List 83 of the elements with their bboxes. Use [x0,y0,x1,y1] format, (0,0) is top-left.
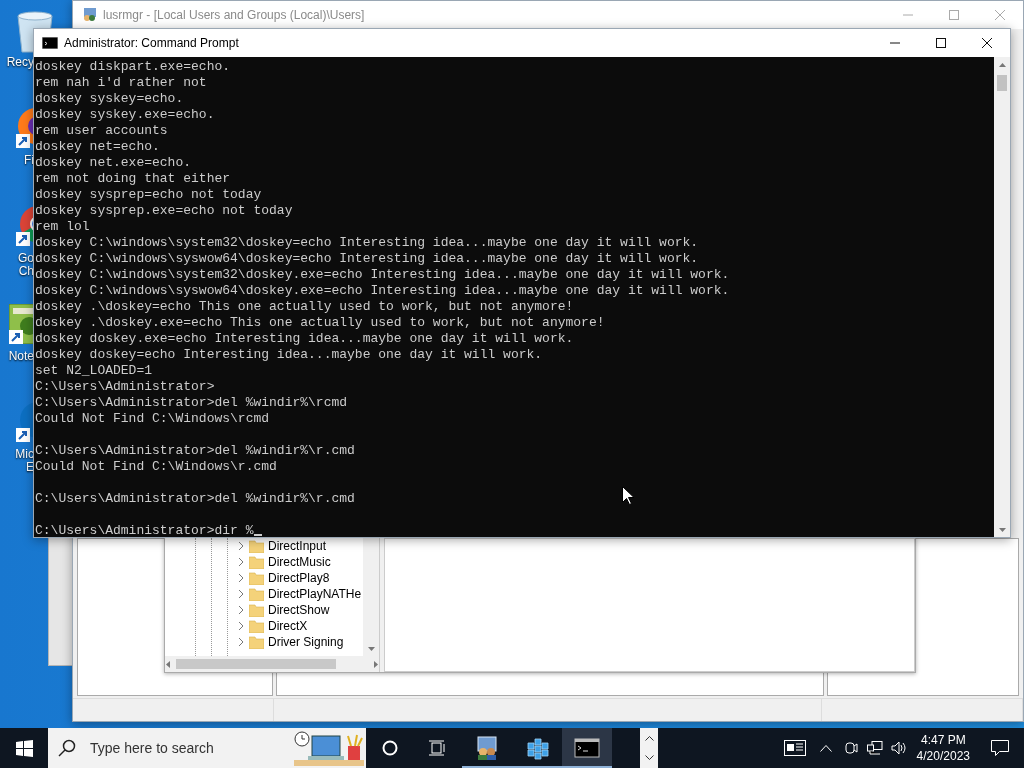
console-line: rem nah i'd rather not [35,75,207,91]
console-line: doskey doskey.exe=echo Interesting idea...maybe one day it will work. [35,331,574,347]
notepad-icon [9,304,33,344]
folder-icon [249,555,264,569]
search-box[interactable]: Type here to search [48,728,366,768]
console-line: doskey diskpart.exe=echo. [35,59,231,75]
circle-icon [382,740,398,756]
horizontal-scrollbar[interactable] [165,656,379,672]
caret-up-icon [819,744,832,752]
console-line: doskey net.exe=echo. [35,155,192,171]
tree-item[interactable]: DirectPlay8 [237,570,363,586]
tree-item[interactable]: DirectPlayNATHe [237,586,363,602]
console-line: Could Not Find C:\Windows\rcmd [35,411,270,427]
scrollbar-thumb[interactable] [997,75,1007,91]
console-line: doskey syskey=echo. [35,91,184,107]
desktop-icon-label[interactable]: Note [0,350,34,363]
scrollbar[interactable] [994,57,1010,537]
search-field[interactable]: Type here to search [88,739,282,757]
folder-icon [249,587,264,601]
console-line: doskey C:\windows\system32\doskey=echo Interesting idea...maybe one day it will work. [35,235,699,251]
tree-item[interactable]: DirectMusic [237,554,363,570]
console-icon [42,37,58,49]
mouse-pointer-icon [622,486,634,505]
console-line: C:\Users\Administrator>del %windir%\r.cmd [35,491,355,507]
registry-icon [524,735,550,761]
console-line: doskey .\doskey.exe=echo This one actually used to work, but not anymore! [35,315,605,331]
speaker-icon [890,741,907,755]
desktop-icon-label[interactable]: Fi [0,154,34,167]
clock[interactable]: 4:47 PM 4/20/2023 [910,732,976,764]
folder-icon [249,603,264,617]
tree-item[interactable]: Driver Signing [237,634,363,650]
console-icon [574,737,600,759]
arrow-icon [998,525,1006,533]
console-line: doskey doskey=echo Interesting idea...maybe one day it will work. [35,347,543,363]
caret-up-icon [644,735,654,741]
console-line: doskey sysprep.exe=echo not today [35,203,293,219]
task-view-icon [429,740,447,756]
console-line: C:\Users\Administrator>del %windir%\r.cmd [35,443,355,459]
window-title: Administrator: Command Prompt [64,36,240,50]
desktop-icon-label[interactable]: Mic E [0,448,34,474]
console-line: doskey syskey.exe=echo. [35,107,215,123]
desktop-icon-label[interactable]: Go Ch [0,252,34,278]
search-icon [58,739,76,757]
console-line: C:\Users\Administrator> [35,379,215,395]
arrow-icon [165,660,172,668]
tree-item[interactable]: DirectShow [237,602,363,618]
folder-icon [249,571,264,585]
console-line: C:\Users\Administrator>del %windir%\rcmd [35,395,348,411]
console-line: doskey .\doskey=echo This one actually used to work, but not anymore! [35,299,574,315]
desk-illustration-icon [294,730,364,766]
console-line: rem not doing that either [35,171,231,187]
maximize-icon [949,10,959,20]
console-line: doskey net=echo. [35,139,160,155]
users-icon [81,7,97,23]
text-cursor [254,534,263,536]
news-icon [783,740,806,756]
close-icon [995,10,1005,20]
console-line: doskey C:\windows\syswow64\doskey.exe=echo Interesting idea...maybe one day it will work. [35,283,730,299]
arrow-icon [998,61,1006,69]
folder-icon [249,619,264,633]
scrollbar[interactable] [363,538,379,656]
network-icon [866,741,883,755]
camera-icon [843,741,858,755]
speech-bubble-icon [991,740,1009,756]
console-line: C:\Users\Administrator>dir % [35,523,263,537]
windows-logo-icon [15,739,33,757]
console-line: doskey sysprep=echo not today [35,187,262,203]
console-line: rem user accounts [35,123,168,139]
console-line: rem lol [35,219,90,235]
caret-down-icon [644,755,654,761]
maximize-icon [936,38,946,48]
tree-item[interactable]: DirectInput [237,538,363,554]
console-line: doskey C:\windows\syswow64\doskey=echo Interesting idea...maybe one day it will work. [35,251,699,267]
tree-item[interactable]: DirectX [237,618,363,634]
console-line: set N2_LOADED=1 [35,363,153,379]
users-icon [474,735,500,761]
folder-icon [249,635,264,649]
window-title: lusrmgr - [Local Users and Groups (Local)\Users] [103,8,366,22]
console-line: doskey C:\windows\system32\doskey.exe=echo Interesting idea...maybe one day it will work. [35,267,730,283]
close-icon [982,38,992,48]
desktop-icon-label[interactable]: Recy [0,56,34,69]
taskbar-app-button[interactable] [562,728,612,768]
console-line: Could Not Find C:\Windows\r.cmd [35,459,277,475]
